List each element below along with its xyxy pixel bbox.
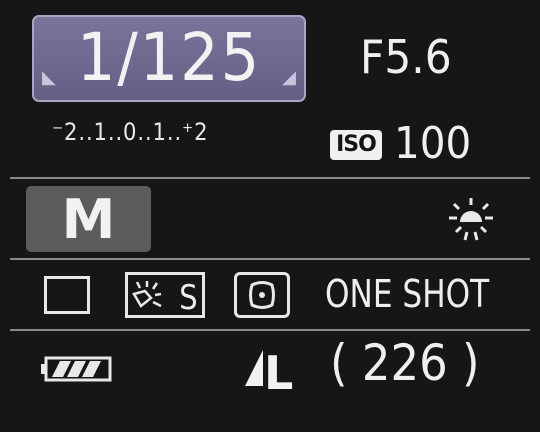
iso-badge: ISO bbox=[330, 130, 382, 160]
exposure-scale[interactable]: ⁻2..1..0..1..⁺2 bbox=[52, 118, 208, 146]
aperture-value[interactable]: F5.6 bbox=[360, 30, 452, 84]
iso-value[interactable]: 100 bbox=[394, 118, 471, 169]
shooting-mode-box[interactable]: M bbox=[26, 186, 151, 252]
af-mode-value[interactable]: ONE SHOT bbox=[325, 272, 489, 316]
shots-remaining: ( 226 ) bbox=[330, 334, 480, 392]
single-shot-icon[interactable] bbox=[44, 276, 90, 314]
picture-style-box[interactable]: S bbox=[125, 272, 205, 318]
camera-info-panel: ◣ 1/125 ◢ F5.6 ⁻2..1..0..1..⁺2 ISO 100 M bbox=[0, 0, 540, 432]
quality-fine-icon bbox=[245, 350, 263, 386]
divider bbox=[10, 329, 530, 331]
sun-daylight-icon[interactable] bbox=[446, 196, 496, 242]
picture-style-standard-icon bbox=[132, 281, 162, 308]
picture-style-label: S bbox=[179, 278, 198, 318]
shutter-speed-box[interactable]: ◣ 1/125 ◢ bbox=[32, 15, 306, 102]
metering-inner-icon bbox=[249, 281, 275, 309]
divider bbox=[10, 177, 530, 179]
evaluative-metering-icon[interactable] bbox=[234, 272, 290, 318]
image-quality-value[interactable]: L bbox=[264, 346, 293, 400]
divider bbox=[10, 258, 530, 260]
shutter-speed-value: 1/125 bbox=[76, 19, 262, 96]
shooting-mode-value: M bbox=[61, 188, 116, 251]
battery-full-icon bbox=[41, 356, 112, 382]
dial-right-icon: ◢ bbox=[282, 67, 296, 88]
